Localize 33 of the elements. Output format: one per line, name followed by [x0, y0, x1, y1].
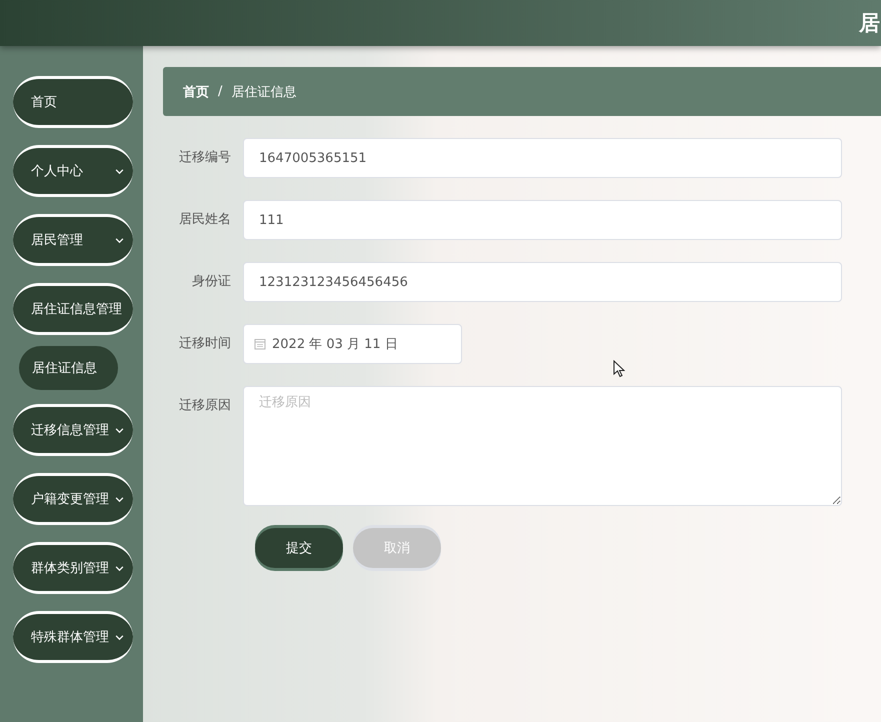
field-label: 迁移原因 [178, 397, 232, 415]
menu-item[interactable]: 群体类别管理 [13, 542, 133, 594]
text-area[interactable]: 迁移原因 [243, 386, 842, 506]
app-title: 居 [859, 10, 880, 37]
breadcrumb-current: 居住证信息 [231, 84, 296, 100]
chevron-down-icon [115, 496, 124, 503]
menu-item[interactable]: 特殊群体管理 [13, 611, 133, 663]
field-label: 迁移编号 [178, 149, 232, 167]
menu-item[interactable]: 居民管理 [13, 214, 133, 266]
input-field[interactable]: 111 [243, 200, 842, 240]
field-label: 迁移时间 [178, 335, 232, 353]
chevron-down-icon [115, 237, 124, 244]
breadcrumb-link[interactable]: 首页 [183, 82, 209, 100]
breadcrumb-separator: / [218, 84, 222, 99]
menu-item[interactable]: 居住证信息管理 [13, 283, 133, 335]
date-field[interactable]: 2022 年 03 月 11 日 [243, 324, 462, 364]
date-value: 2022 年 03 月 11 日 [272, 336, 398, 353]
submenu-item[interactable]: 居住证信息 [19, 346, 118, 390]
menu-item[interactable]: 户籍变更管理 [13, 473, 133, 525]
menu-item[interactable]: 个人中心 [13, 145, 133, 197]
chevron-down-icon [115, 565, 124, 572]
cursor-icon [613, 360, 625, 378]
input-field[interactable]: 1647005365151 [243, 138, 842, 178]
submit-button[interactable]: 提交 [255, 528, 343, 568]
calendar-icon [254, 338, 266, 350]
input-field[interactable]: 123123123456456456 [243, 262, 842, 302]
field-label: 身份证 [191, 273, 232, 291]
menu-item[interactable]: 迁移信息管理 [13, 404, 133, 456]
menu-item[interactable]: 首页 [13, 76, 133, 128]
chevron-down-icon [115, 634, 124, 641]
chevron-down-icon [115, 427, 124, 434]
chevron-down-icon [115, 168, 124, 175]
field-label: 居民姓名 [178, 211, 232, 229]
